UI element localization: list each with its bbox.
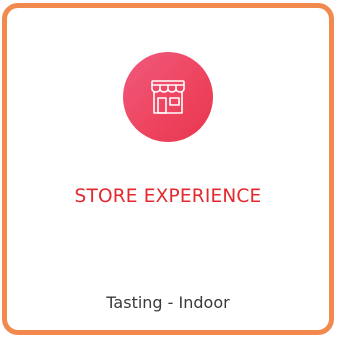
store-icon (151, 80, 185, 114)
card-subtitle: Tasting - Indoor (106, 293, 230, 312)
store-experience-card[interactable]: STORE EXPERIENCE Tasting - Indoor (2, 3, 334, 335)
card-title: STORE EXPERIENCE (74, 186, 262, 207)
icon-badge (123, 52, 213, 142)
